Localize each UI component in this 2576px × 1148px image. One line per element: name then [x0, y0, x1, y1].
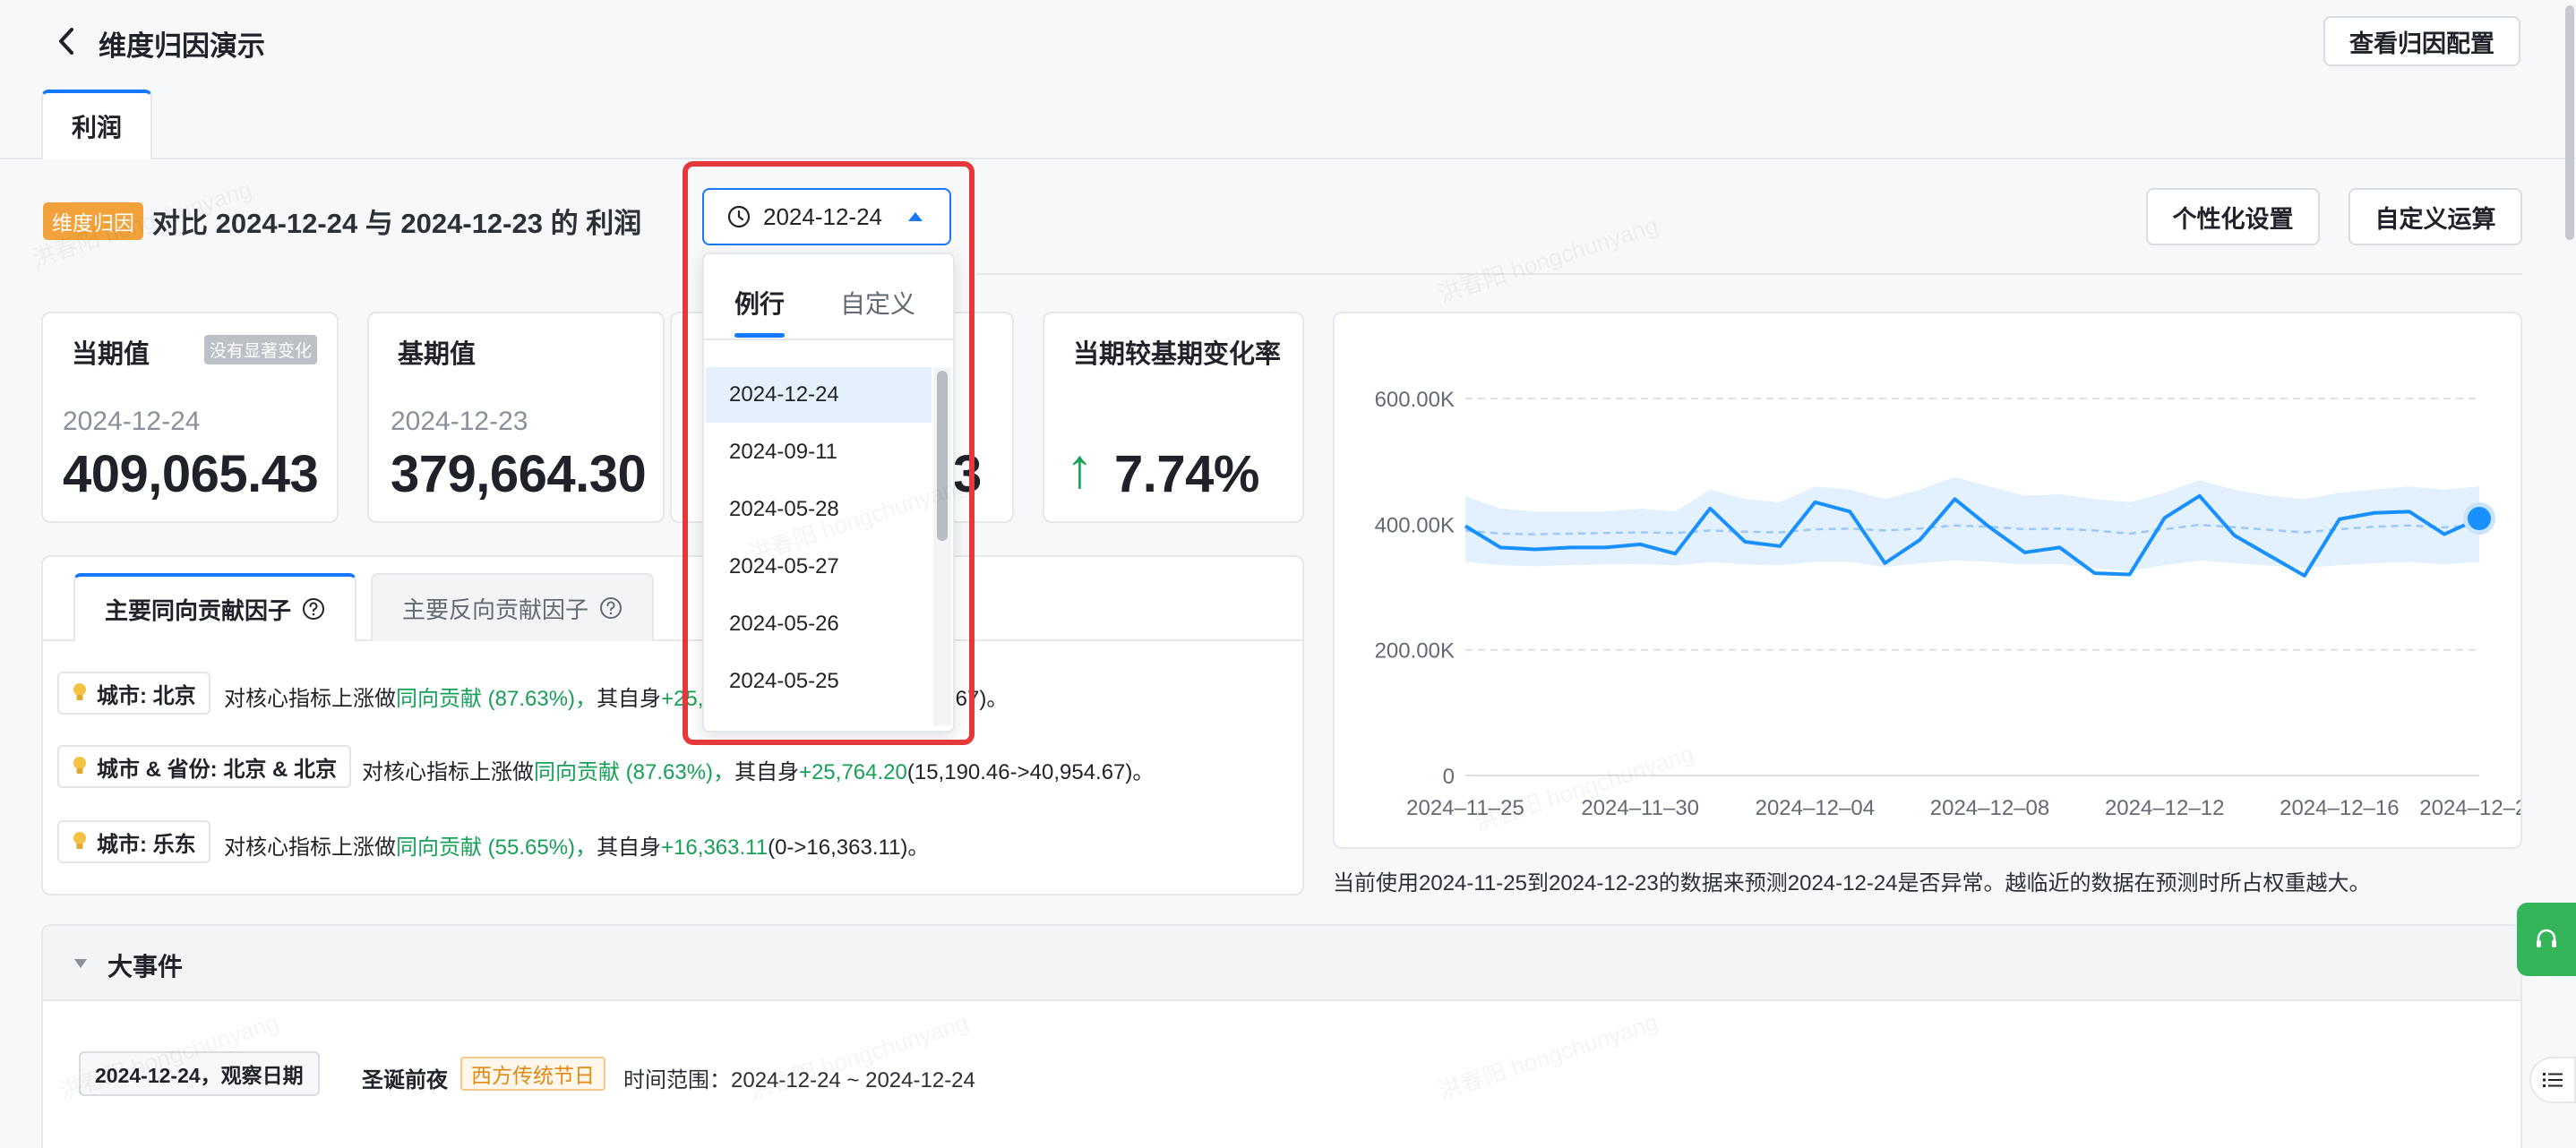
x-tick-label: 2024–11–25	[1406, 796, 1524, 820]
tab-positive-factors[interactable]: 主要同向贡献因子	[73, 573, 356, 641]
list-icon	[2543, 1073, 2563, 1087]
event-date-chip: 2024-12-24，观察日期	[79, 1051, 320, 1096]
page-scrollbar-thumb[interactable]	[2565, 5, 2574, 240]
kpi-current-title: 当期值	[72, 340, 150, 369]
factor-chip[interactable]: 城市: 乐东	[57, 820, 210, 863]
confidence-band	[1465, 476, 2479, 571]
x-tick-label: 2024–12–24	[2419, 796, 2520, 820]
compare-text: 对比 2024-12-24 与 2024-12-23 的 利润	[152, 208, 642, 239]
lightbulb-icon	[73, 683, 86, 700]
events-card: 大事件 2024-12-24，观察日期 圣诞前夜 西方传统节日 时间范围：202…	[41, 924, 2522, 1148]
x-tick-label: 2024–12–12	[2105, 796, 2224, 820]
chevron-left-icon	[59, 28, 73, 55]
arrow-up-icon: ↑	[1066, 438, 1094, 500]
kpi-base-value: 379,664.30	[391, 445, 647, 503]
dropdown-tab-divider	[704, 338, 953, 340]
chart-caption: 当前使用2024-11-25到2024-12-23的数据来预测2024-12-2…	[1333, 871, 2371, 895]
kpi-current-date: 2024-12-24	[63, 407, 201, 436]
factor-chip[interactable]: 城市 & 省份: 北京 & 北京	[57, 745, 351, 788]
y-tick-label: 0	[1443, 765, 1455, 789]
date-option[interactable]: 2024-05-26	[706, 596, 942, 652]
y-tick-label: 600.00K	[1375, 388, 1455, 412]
kpi-current-badge: 没有显著变化	[204, 335, 318, 364]
date-option[interactable]: 2024-05-27	[706, 539, 942, 595]
caret-down-icon[interactable]	[73, 958, 88, 969]
kpi-card-current: 当期值 没有显著变化 2024-12-24 409,065.43	[41, 312, 339, 523]
y-tick-label: 400.00K	[1375, 513, 1455, 537]
trend-chart: 600.00K 400.00K 200.00K 0 2024–11–25 2024–11–…	[1375, 388, 2520, 820]
y-tick-label: 200.00K	[1375, 639, 1455, 664]
view-attribution-config-button[interactable]: 查看归因配置	[2323, 16, 2520, 66]
date-option[interactable]: 2024-09-11	[706, 424, 942, 480]
list-float-button[interactable]	[2529, 1057, 2576, 1103]
factor-chip[interactable]: 城市: 北京	[57, 672, 210, 715]
page-header	[0, 0, 2576, 159]
support-float-button[interactable]	[2517, 903, 2576, 976]
help-icon[interactable]	[599, 596, 623, 620]
toolbar-divider	[976, 273, 2522, 275]
dropdown-tab-routine[interactable]: 例行	[734, 285, 785, 321]
dropdown-tab-underline	[734, 333, 785, 338]
event-tag: 西方传统节日	[460, 1057, 605, 1091]
date-option[interactable]: 2024-12-24	[706, 367, 932, 423]
tab-profit[interactable]: 利润	[41, 90, 152, 159]
date-option[interactable]: 2024-05-25	[706, 654, 942, 709]
personalize-settings-button[interactable]: 个性化设置	[2146, 188, 2320, 245]
page-title: 维度归因演示	[99, 30, 265, 62]
kpi-rate-title: 当期较基期变化率	[1073, 340, 1282, 369]
back-button[interactable]	[50, 21, 82, 61]
custom-operation-button[interactable]: 自定义运算	[2348, 188, 2522, 245]
events-header[interactable]	[43, 926, 2520, 1001]
headset-icon	[2537, 929, 2556, 947]
kpi-current-value: 409,065.43	[63, 445, 319, 503]
x-tick-label: 2024–11–30	[1581, 796, 1699, 820]
factor-description: 对核心指标上涨做同向贡献 (55.65%)，其自身+16,363.11(0->1…	[224, 835, 930, 860]
caret-up-icon	[908, 212, 923, 221]
date-option[interactable]: 2024-05-28	[706, 482, 942, 537]
kpi-change-value-partial: 3	[953, 445, 982, 503]
dropdown-scrollbar-thumb[interactable]	[937, 371, 948, 541]
kpi-card-rate: 当期较基期变化率 ↑ 7.74%	[1043, 312, 1304, 523]
kpi-rate-value: 7.74%	[1114, 445, 1259, 503]
lightbulb-icon	[73, 832, 86, 849]
factor-description-tail: .67)。	[949, 687, 1009, 711]
events-title: 大事件	[107, 953, 184, 981]
watermark-text: 洪春阳 hongchunyang	[1434, 207, 1662, 309]
kpi-card-base: 基期值 2024-12-23 379,664.30	[367, 312, 665, 523]
date-select-value: 2024-12-24	[763, 202, 882, 230]
clock-icon	[727, 205, 751, 228]
factor-chip-label: 城市 & 省份: 北京 & 北京	[97, 757, 337, 782]
tab-negative-label: 主要反向贡献因子	[401, 595, 588, 623]
x-tick-label: 2024–12–16	[2280, 796, 2399, 820]
kpi-base-title: 基期值	[398, 340, 477, 369]
last-point-marker	[2468, 507, 2491, 531]
attribution-badge: 维度归因	[43, 202, 143, 240]
dropdown-tab-custom[interactable]: 自定义	[840, 285, 915, 321]
factor-chip-label: 城市: 北京	[97, 683, 196, 708]
help-icon[interactable]	[302, 597, 325, 621]
tab-negative-factors[interactable]: 主要反向贡献因子	[371, 573, 654, 641]
event-name: 圣诞前夜	[362, 1068, 448, 1092]
x-tick-label: 2024–12–08	[1930, 796, 2049, 820]
factor-description: 对核心指标上涨做同向贡献 (87.63%)，其自身+25,	[224, 687, 704, 711]
lightbulb-icon	[73, 757, 86, 774]
trend-chart-card: 600.00K 400.00K 200.00K 0 2024–11–25 2024–11–…	[1333, 312, 2522, 849]
event-range: 时间范围：2024-12-24 ~ 2024-12-24	[623, 1068, 975, 1092]
tab-positive-label: 主要同向贡献因子	[104, 596, 291, 624]
date-select[interactable]: 2024-12-24	[702, 188, 951, 245]
x-tick-label: 2024–12–04	[1756, 796, 1875, 820]
factor-chip-label: 城市: 乐东	[97, 832, 196, 857]
date-dropdown-panel: 例行 自定义 2024-12-24 2024-09-11 2024-05-28 …	[702, 253, 955, 732]
kpi-base-date: 2024-12-23	[391, 407, 528, 436]
tab-profit-label: 利润	[71, 114, 122, 141]
factor-description: 对核心指标上涨做同向贡献 (87.63%)，其自身+25,764.20(15,1…	[362, 760, 1155, 784]
